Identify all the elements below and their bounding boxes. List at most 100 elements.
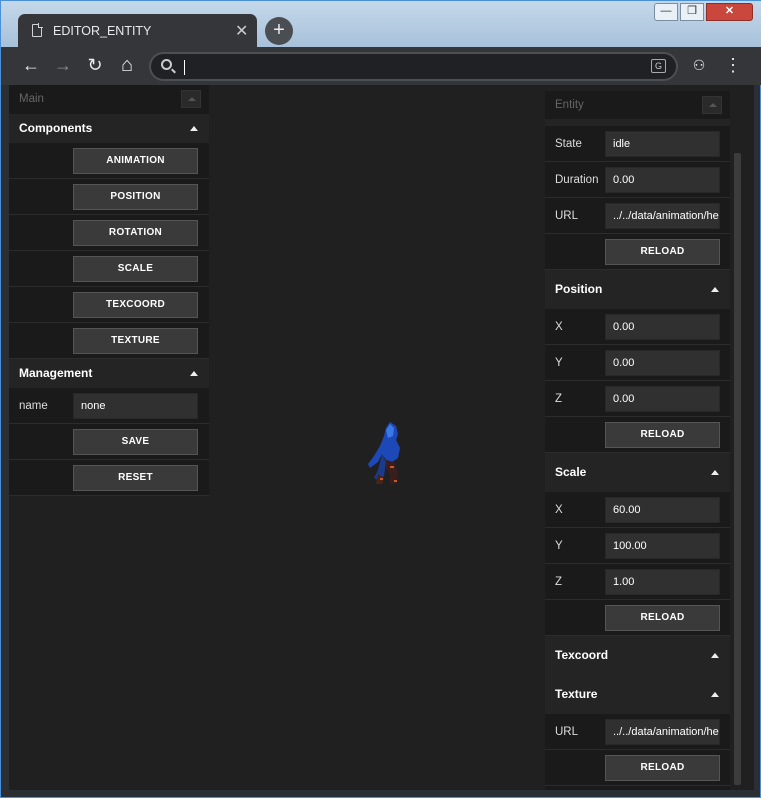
folder-divider (545, 119, 730, 126)
reset-button[interactable]: RESET (73, 465, 198, 491)
save-button[interactable]: SAVE (73, 429, 198, 455)
duration-input[interactable]: 0.00 (605, 167, 720, 193)
collapse-icon[interactable] (181, 90, 201, 108)
position-y-row: Y 0.00 (545, 345, 730, 381)
duration-row: Duration 0.00 (545, 162, 730, 198)
browser-window: EDITOR_ENTITY ✕ + — ❐ ✕ ← → ↻ ⌂ G ⚇ ⋮ Ma… (0, 0, 761, 798)
list-item: ANIMATION (9, 143, 209, 179)
state-row: State idle (545, 126, 730, 162)
x-label: X (555, 321, 563, 333)
home-icon[interactable]: ⌂ (115, 54, 139, 78)
x-label: X (555, 504, 563, 516)
scale-reload-button[interactable]: RELOAD (605, 605, 720, 631)
animation-url-row: URL ../../data/animation/hero (545, 198, 730, 234)
tab-close-icon[interactable]: ✕ (235, 21, 248, 41)
caret-up-icon (711, 287, 719, 292)
address-bar[interactable]: G (149, 52, 678, 81)
scale-y-input[interactable]: 100.00 (605, 533, 720, 559)
texture-button[interactable]: TEXTURE (73, 328, 198, 354)
caret-up-icon (711, 653, 719, 658)
y-label: Y (555, 357, 563, 369)
position-z-input[interactable]: 0.00 (605, 386, 720, 412)
scale-z-row: Z 1.00 (545, 564, 730, 600)
caret-up-icon (711, 692, 719, 697)
state-label: State (555, 138, 582, 150)
caret-up-icon (711, 470, 719, 475)
entity-panel-scrollbar[interactable] (733, 117, 742, 790)
scale-folder[interactable]: Scale (545, 453, 730, 492)
caret-up-icon (190, 371, 198, 376)
texture-url-input[interactable]: ../../data/animation/hero (605, 719, 720, 745)
new-tab-button[interactable]: + (265, 17, 293, 45)
list-item: RESET (9, 460, 209, 496)
scale-button[interactable]: SCALE (73, 256, 198, 282)
url-label: URL (555, 726, 579, 738)
close-window-button[interactable]: ✕ (706, 3, 753, 21)
position-button[interactable]: POSITION (73, 184, 198, 210)
minimize-button[interactable]: — (654, 3, 678, 21)
url-label: URL (555, 210, 579, 222)
list-item: TEXTURE (9, 323, 209, 359)
texture-folder[interactable]: Texture (545, 675, 730, 714)
incognito-extension-icon[interactable]: ⚇ (690, 57, 708, 75)
list-item: ROTATION (9, 215, 209, 251)
duration-label: Duration (555, 174, 599, 186)
reload-icon[interactable]: ↻ (83, 54, 107, 78)
state-input[interactable]: idle (605, 131, 720, 157)
texture-reload-button[interactable]: RELOAD (605, 755, 720, 781)
scale-title: Scale (555, 465, 587, 479)
texcoord-title: Texcoord (555, 648, 609, 662)
management-folder[interactable]: Management (9, 359, 209, 388)
translate-icon[interactable]: G (651, 59, 666, 73)
texcoord-folder[interactable]: Texcoord (545, 636, 730, 675)
main-panel-header[interactable]: Main (9, 85, 209, 114)
canvas-viewport[interactable]: Main Components ANIMATION POSITION ROTAT… (9, 85, 754, 790)
z-label: Z (555, 576, 563, 588)
animation-url-input[interactable]: ../../data/animation/hero (605, 203, 720, 229)
position-y-input[interactable]: 0.00 (605, 350, 720, 376)
list-item: POSITION (9, 179, 209, 215)
animation-button[interactable]: ANIMATION (73, 148, 198, 174)
main-panel: Main Components ANIMATION POSITION ROTAT… (9, 85, 209, 496)
tab-title: EDITOR_ENTITY (53, 24, 152, 38)
back-icon[interactable]: ← (19, 54, 43, 78)
position-z-row: Z 0.00 (545, 381, 730, 417)
management-title: Management (19, 366, 93, 380)
texcoord-button[interactable]: TEXCOORD (73, 292, 198, 318)
forward-icon[interactable]: → (51, 54, 75, 78)
position-title: Position (555, 282, 603, 296)
maximize-button[interactable]: ❐ (680, 3, 704, 21)
scale-x-row: X 60.00 (545, 492, 730, 528)
scale-z-input[interactable]: 1.00 (605, 569, 720, 595)
list-item: RELOAD (545, 417, 730, 453)
browser-menu-icon[interactable]: ⋮ (724, 54, 742, 78)
list-item: TEXCOORD (9, 287, 209, 323)
list-item: SCALE (9, 251, 209, 287)
scale-x-input[interactable]: 60.00 (605, 497, 720, 523)
position-x-input[interactable]: 0.00 (605, 314, 720, 340)
list-item: RELOAD (545, 750, 730, 786)
components-folder[interactable]: Components (9, 114, 209, 143)
list-item: RELOAD (545, 234, 730, 270)
position-folder[interactable]: Position (545, 270, 730, 309)
main-panel-title: Main (19, 93, 44, 105)
name-row: name none (9, 388, 209, 424)
collapse-icon[interactable] (702, 96, 722, 114)
list-item: RELOAD (545, 600, 730, 636)
scrollbar-thumb[interactable] (734, 153, 741, 785)
entity-panel-header[interactable]: Entity (545, 91, 730, 119)
name-input[interactable]: none (73, 393, 198, 419)
rotation-button[interactable]: ROTATION (73, 220, 198, 246)
caret-up-icon (190, 126, 198, 131)
search-icon (161, 59, 172, 70)
browser-toolbar: ← → ↻ ⌂ G ⚇ ⋮ (1, 47, 761, 85)
texture-url-row: URL ../../data/animation/hero (545, 714, 730, 750)
browser-tab[interactable]: EDITOR_ENTITY ✕ (18, 14, 257, 48)
scale-y-row: Y 100.00 (545, 528, 730, 564)
title-bar: EDITOR_ENTITY ✕ + — ❐ ✕ (1, 1, 761, 48)
entity-panel: Entity State idle Duration 0.00 URL ../.… (545, 91, 730, 790)
position-reload-button[interactable]: RELOAD (605, 422, 720, 448)
z-label: Z (555, 393, 563, 405)
animation-reload-button[interactable]: RELOAD (605, 239, 720, 265)
document-icon (32, 23, 43, 37)
